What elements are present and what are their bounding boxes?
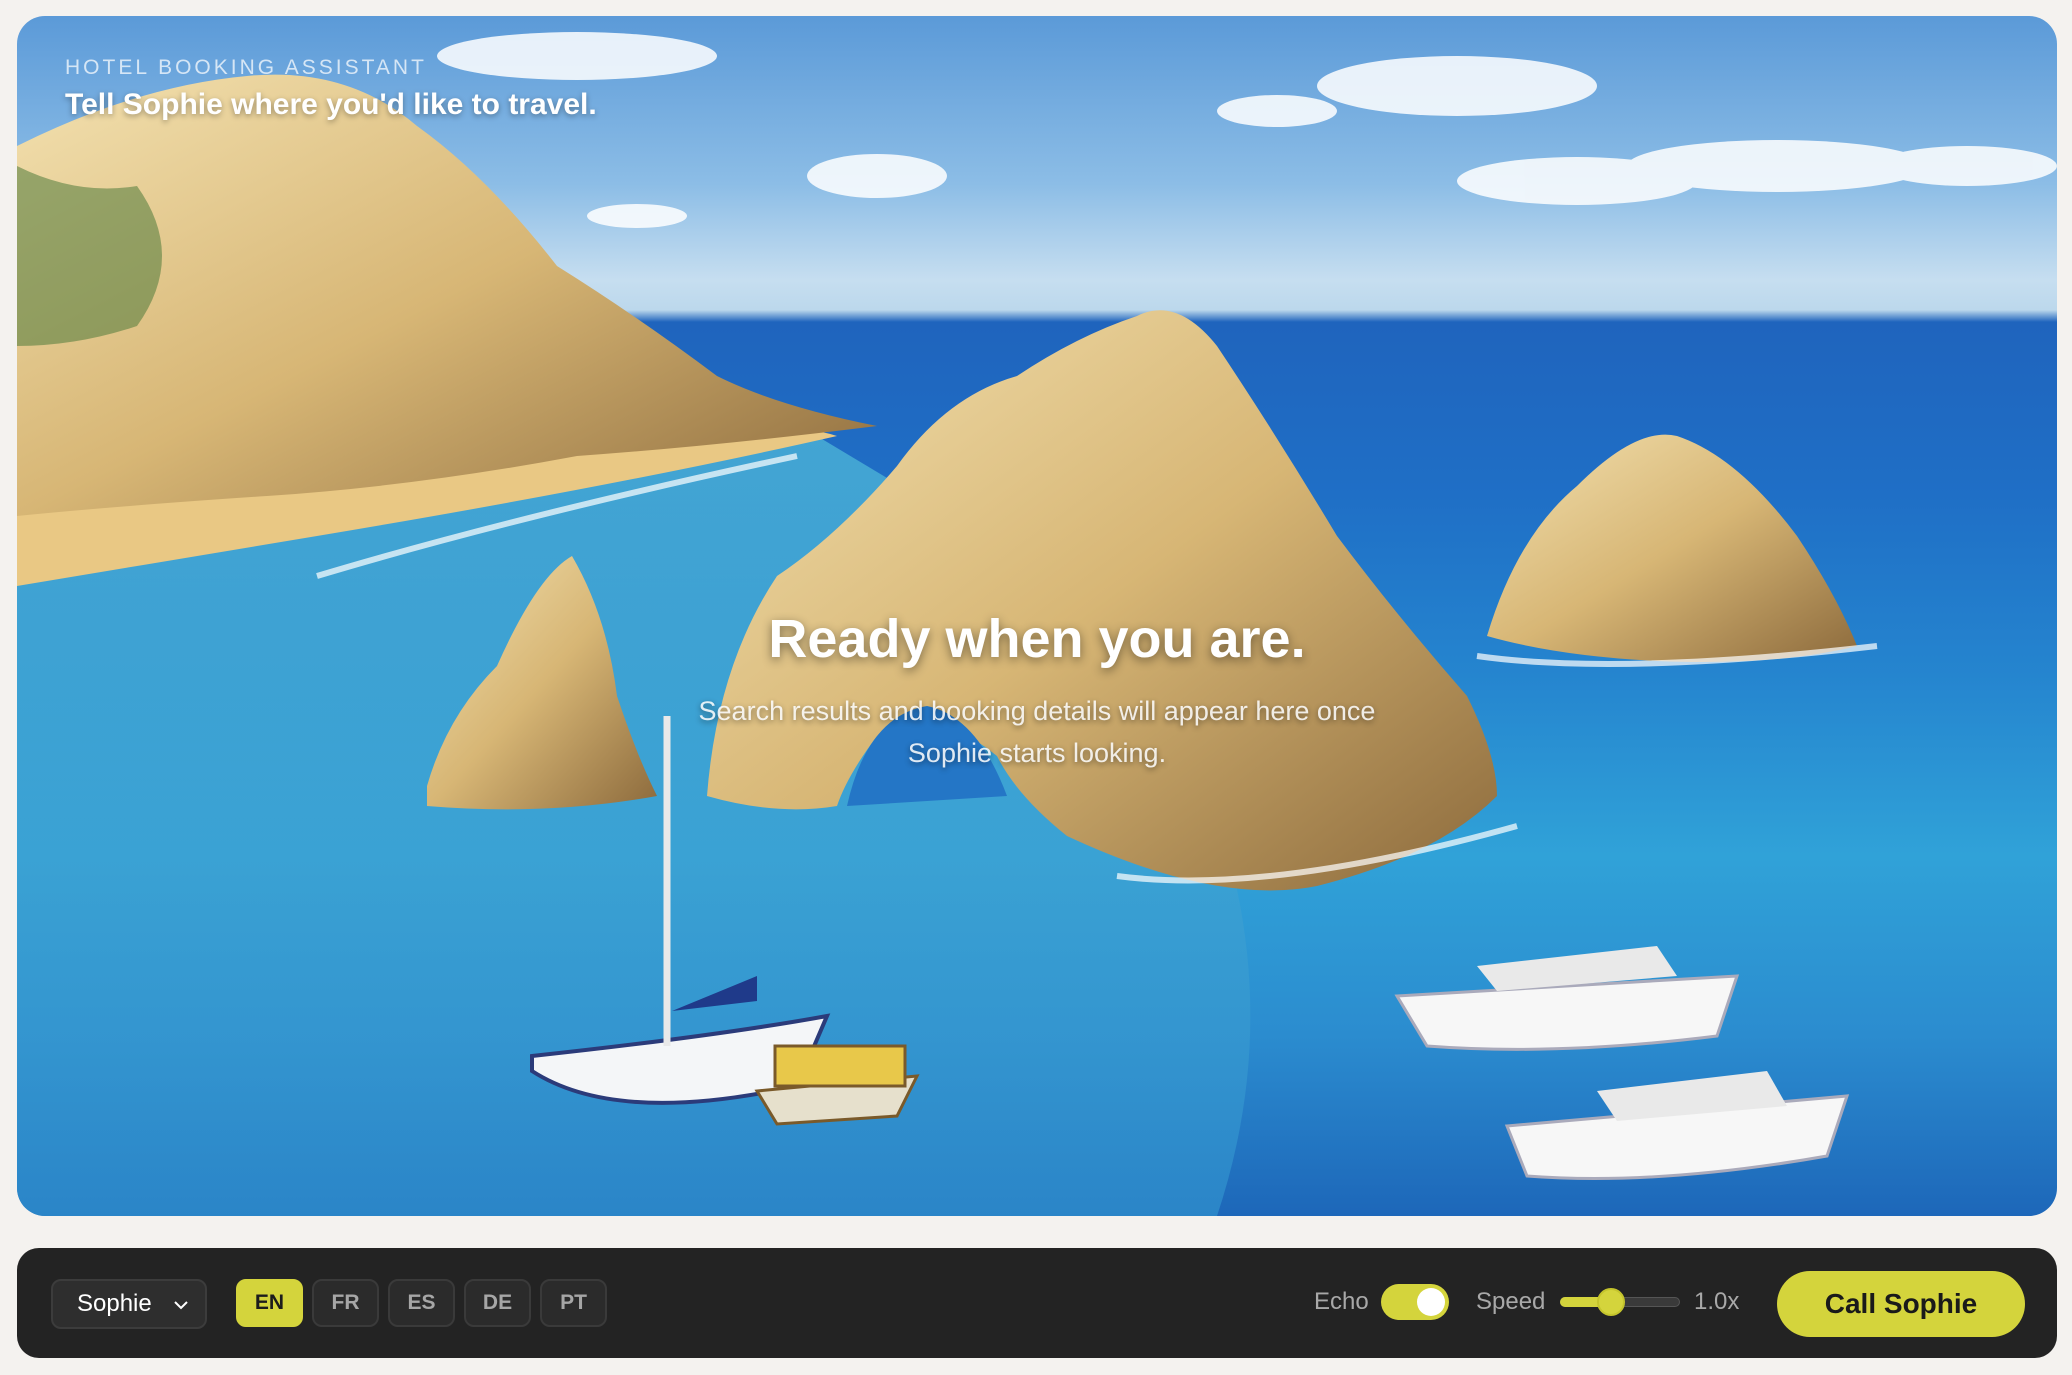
language-selector: EN FR ES DE PT — [236, 1279, 607, 1327]
call-sophie-button[interactable]: Call Sophie — [1777, 1271, 2025, 1337]
language-button-en[interactable]: EN — [236, 1279, 303, 1327]
control-bar: Sophie EN FR ES DE PT Echo Speed 1.0x Ca… — [17, 1248, 2057, 1358]
speed-slider[interactable] — [1560, 1288, 1680, 1316]
speed-label: Speed — [1476, 1288, 1546, 1315]
echo-toggle[interactable] — [1381, 1284, 1449, 1320]
chevron-down-icon — [174, 1301, 188, 1310]
speed-slider-thumb[interactable] — [1597, 1288, 1625, 1316]
empty-state: Ready when you are. Search results and b… — [17, 608, 2057, 774]
language-button-pt[interactable]: PT — [540, 1279, 607, 1327]
voice-select[interactable]: Sophie — [51, 1279, 207, 1329]
empty-state-description: Search results and booking details will … — [698, 696, 1376, 768]
hero-panel: HOTEL BOOKING ASSISTANT Tell Sophie wher… — [17, 16, 2057, 1216]
speed-value: 1.0x — [1694, 1288, 1740, 1315]
empty-state-title: Ready when you are. — [768, 609, 1306, 669]
language-button-es[interactable]: ES — [388, 1279, 455, 1327]
language-button-fr[interactable]: FR — [312, 1279, 379, 1327]
voice-select-value: Sophie — [77, 1290, 152, 1317]
app-eyebrow-label: HOTEL BOOKING ASSISTANT — [65, 56, 427, 79]
echo-label: Echo — [1314, 1288, 1369, 1315]
hero-tagline: Tell Sophie where you'd like to travel. — [65, 88, 597, 121]
echo-toggle-knob — [1417, 1288, 1445, 1316]
language-button-de[interactable]: DE — [464, 1279, 531, 1327]
